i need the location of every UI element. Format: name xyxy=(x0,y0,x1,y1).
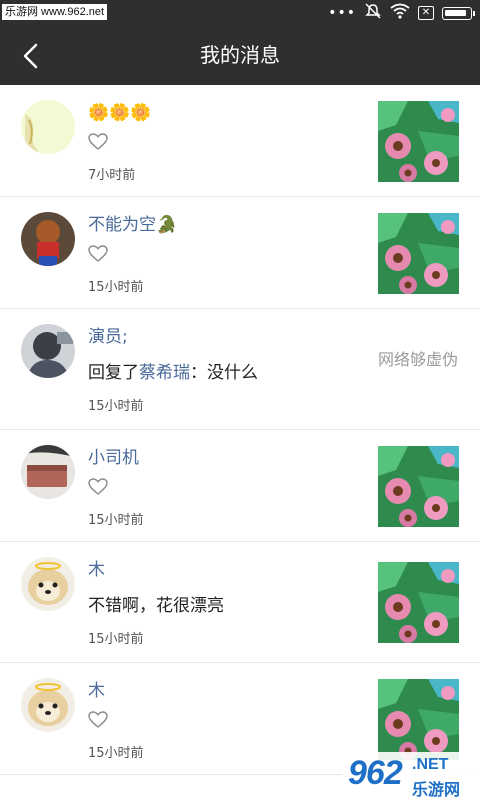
sender-name[interactable]: 小司机 xyxy=(88,446,139,470)
timestamp: 7小时前 xyxy=(88,168,136,183)
reply-prefix: 回复了 xyxy=(88,363,139,383)
comment-text: 不错啊，花很漂亮 xyxy=(88,596,224,616)
mute-icon xyxy=(364,3,382,23)
original-post-text[interactable]: 网络够虚伪 xyxy=(378,349,463,371)
avatar[interactable] xyxy=(21,212,75,266)
wifi-icon xyxy=(390,3,410,23)
avatar[interactable] xyxy=(21,678,75,732)
status-bar: 乐游网 www.962.net ••• ✕ xyxy=(0,0,480,26)
heart-icon xyxy=(88,478,108,496)
reply-text: 回复了蔡希瑞：没什么 xyxy=(88,361,258,385)
reply-content: ：没什么 xyxy=(190,363,258,383)
battery-icon xyxy=(442,6,475,20)
status-icons: ••• ✕ xyxy=(328,3,475,23)
sender-name[interactable]: 木 xyxy=(88,679,105,703)
title-bar: 我的消息 xyxy=(0,26,480,85)
watermark-net: .NET xyxy=(412,756,449,773)
timestamp: 15小时前 xyxy=(88,513,144,528)
avatar[interactable] xyxy=(21,324,75,378)
watermark-number: 962 xyxy=(348,754,403,792)
thumbnail-image[interactable] xyxy=(378,562,459,643)
avatar[interactable] xyxy=(21,445,75,499)
list-item[interactable]: 小司机 15小时前 xyxy=(0,430,480,542)
site-watermark: 乐游网 www.962.net xyxy=(2,4,108,20)
reply-target-name[interactable]: 蔡希瑞 xyxy=(139,363,190,383)
battery-level xyxy=(445,9,466,16)
timestamp: 15小时前 xyxy=(88,280,144,295)
thumbnail-image[interactable] xyxy=(378,213,459,294)
heart-icon xyxy=(88,711,108,729)
more-dots-icon: ••• xyxy=(328,5,356,21)
watermark-cn: 乐游网 xyxy=(412,780,461,799)
sender-name[interactable]: 演员; xyxy=(88,325,128,349)
avatar[interactable] xyxy=(21,557,75,611)
thumbnail-image[interactable] xyxy=(378,446,459,527)
timestamp: 15小时前 xyxy=(88,399,144,414)
thumbnail-image[interactable] xyxy=(378,679,459,760)
site-logo-watermark: 962 .NET 乐游网 xyxy=(342,752,480,800)
timestamp: 15小时前 xyxy=(88,746,144,761)
page-title: 我的消息 xyxy=(200,43,280,67)
thumbnail-image[interactable] xyxy=(378,101,459,182)
sender-name[interactable]: 🌼🌼🌼 xyxy=(88,101,152,125)
heart-icon xyxy=(88,245,108,263)
heart-icon xyxy=(88,133,108,151)
sender-name[interactable]: 不能为空🐊 xyxy=(88,213,177,237)
no-sim-icon: ✕ xyxy=(418,6,434,20)
sender-name[interactable]: 木 xyxy=(88,558,105,582)
list-item[interactable]: 🌼🌼🌼 7小时前 xyxy=(0,85,480,197)
list-item[interactable]: 演员; 回复了蔡希瑞：没什么 15小时前 网络够虚伪 xyxy=(0,309,480,430)
list-item[interactable]: 不能为空🐊 15小时前 xyxy=(0,197,480,309)
message-list: 🌼🌼🌼 7小时前 不能为空🐊 15小时前 演员; 回复了蔡希瑞：没什么 15小时… xyxy=(0,85,480,775)
timestamp: 15小时前 xyxy=(88,632,144,647)
list-item[interactable]: 木 不错啊，花很漂亮 15小时前 xyxy=(0,542,480,663)
avatar[interactable] xyxy=(21,100,75,154)
